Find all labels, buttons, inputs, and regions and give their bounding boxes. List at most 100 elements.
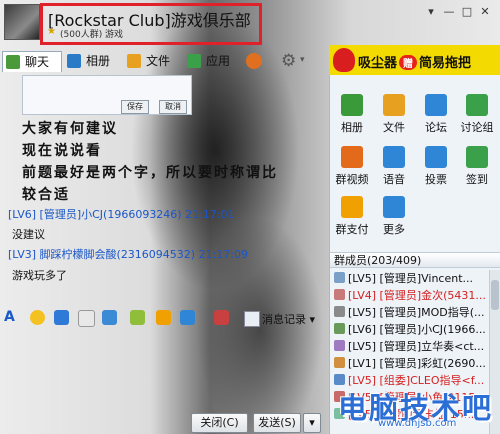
- app-label: 群支付: [335, 223, 369, 236]
- member-name: [LV4] [管理员]金次(5431...: [348, 289, 486, 302]
- more-tools-icon[interactable]: [214, 310, 229, 325]
- voice-message-icon[interactable]: [130, 310, 145, 325]
- app-discussion[interactable]: 讨论组: [455, 94, 499, 135]
- send-options-chevron-icon[interactable]: ▾: [303, 413, 321, 433]
- album-icon: [341, 94, 363, 116]
- tab-bar: 聊天 相册 文件 应用 ⚙ ▾: [0, 51, 325, 73]
- chevron-down-icon[interactable]: ▾: [300, 55, 305, 65]
- app-group-pay[interactable]: 群支付: [330, 196, 374, 237]
- emoji-icon[interactable]: [30, 310, 45, 325]
- magic-expression-icon[interactable]: [54, 310, 69, 325]
- chat-text-line: 前题最好是两个字，所以要时称谓比: [22, 165, 278, 181]
- ad-text: 吸尘器赠简易拖把: [358, 52, 471, 71]
- member-row[interactable]: [LV1] [管理员]彩虹(2690...: [334, 355, 486, 372]
- app-label: 相册: [341, 121, 363, 134]
- member-row[interactable]: [LV5] [管理员]立华奏<ct...: [334, 338, 486, 355]
- screenshot-icon[interactable]: [180, 310, 195, 325]
- pay-icon: [341, 196, 363, 218]
- member-row[interactable]: [LV5] [管理员]Vincent...: [334, 270, 486, 287]
- app-album[interactable]: 相册: [330, 94, 374, 135]
- app-label: 签到: [466, 173, 488, 186]
- message-input-area[interactable]: [0, 330, 326, 408]
- group-avatar[interactable]: [4, 4, 40, 40]
- popup-cancel-button[interactable]: 取消: [159, 100, 187, 114]
- member-avatar: [334, 272, 345, 283]
- app-label: 更多: [383, 223, 405, 236]
- message-body: 游戏玩多了: [12, 269, 67, 282]
- app-vote[interactable]: 投票: [414, 146, 458, 187]
- tab-album[interactable]: 相册: [64, 51, 110, 71]
- app-forum[interactable]: 论坛: [414, 94, 458, 135]
- send-button[interactable]: 发送(S): [253, 413, 301, 433]
- app-files[interactable]: 文件: [372, 94, 416, 135]
- ad-text-left: 吸尘器: [358, 56, 398, 71]
- member-name: [LV1] [管理员]彩虹(2690...: [348, 357, 486, 370]
- tab-chat[interactable]: 聊天: [2, 51, 62, 72]
- app-label: 论坛: [425, 121, 447, 134]
- app-label: 群视频: [335, 173, 369, 186]
- group-sub-info: (500人群) 游戏: [60, 30, 124, 40]
- member-avatar: [334, 340, 345, 351]
- tab-files[interactable]: 文件: [124, 51, 170, 71]
- tab-label: 聊天: [25, 55, 50, 69]
- watermark-url: www.dnjsb.com: [378, 418, 457, 429]
- chat-icon: [6, 55, 20, 69]
- folder-icon: [127, 54, 141, 68]
- chat-text-line: 较合适: [22, 187, 70, 203]
- message-header[interactable]: [LV6] [管理员]小CJ(1966093246) 21:17:01: [8, 206, 235, 222]
- member-avatar: [334, 306, 345, 317]
- members-header[interactable]: 群成员(203/409): [330, 252, 500, 268]
- add-member-icon[interactable]: [246, 53, 262, 69]
- window-controls: ▾ — □ ✕: [422, 4, 494, 19]
- forum-icon: [425, 94, 447, 116]
- popup-save-button[interactable]: 保存: [121, 100, 149, 114]
- member-name: [LV5] [管理员]MOD指导(...: [348, 306, 485, 319]
- member-avatar: [334, 357, 345, 368]
- message-header[interactable]: [LV3] 脚踩柠檬脚会酸(2316094532) 21:17:09: [8, 246, 248, 262]
- tab-label: 应用: [206, 54, 231, 68]
- app-voice[interactable]: 语音: [372, 146, 416, 187]
- message-body: 没建议: [12, 228, 45, 241]
- member-row[interactable]: [LV5] [管理员]MOD指导(...: [334, 304, 486, 321]
- message-records-button[interactable]: 消息记录 ▾: [262, 311, 315, 327]
- chat-text-line: 现在说说看: [22, 143, 102, 159]
- tab-label: 相册: [86, 54, 111, 68]
- note-icon[interactable]: [156, 310, 171, 325]
- apps-icon: [187, 54, 201, 68]
- member-row[interactable]: [LV6] [管理员]小CJ(1966...: [334, 321, 486, 338]
- settings-gear-icon[interactable]: ⚙: [281, 52, 296, 70]
- app-label: 语音: [383, 173, 405, 186]
- maximize-button[interactable]: □: [458, 5, 476, 19]
- member-name: [LV5] [管理员]Vincent...: [348, 272, 474, 285]
- app-label: 投票: [425, 173, 447, 186]
- close-button[interactable]: 关闭(C): [191, 413, 248, 433]
- scrollbar-thumb[interactable]: [491, 280, 499, 310]
- tab-apps[interactable]: 应用: [184, 51, 230, 71]
- dog-logo-icon: [333, 48, 355, 72]
- app-label: 文件: [383, 121, 405, 134]
- member-name: [LV6] [管理员]小CJ(1966...: [348, 323, 486, 336]
- input-popup: 保存 取消: [22, 75, 192, 115]
- image-icon[interactable]: [102, 310, 117, 325]
- member-name: [LV5] [管理员]立华奏<ct...: [348, 340, 485, 353]
- chat-text-line: 大家有何建议: [22, 121, 118, 137]
- minimize-button[interactable]: —: [440, 5, 458, 19]
- shake-window-icon[interactable]: [78, 310, 95, 327]
- app-group-video[interactable]: 群视频: [330, 146, 374, 187]
- folder-icon: [383, 94, 405, 116]
- member-avatar: [334, 289, 345, 300]
- app-more[interactable]: 更多: [372, 196, 416, 237]
- member-avatar: [334, 323, 345, 334]
- ad-zeng-badge: 赠: [399, 55, 418, 70]
- member-row[interactable]: [LV4] [管理员]金次(5431...: [334, 287, 486, 304]
- star-icon: ★: [47, 26, 56, 37]
- close-window-button[interactable]: ✕: [476, 5, 494, 19]
- menu-dropdown-icon[interactable]: ▾: [422, 5, 440, 19]
- signin-icon: [466, 146, 488, 168]
- member-avatar: [334, 374, 345, 385]
- app-signin[interactable]: 签到: [455, 146, 499, 187]
- ad-text-right: 简易拖把: [419, 56, 472, 71]
- voice-icon: [383, 146, 405, 168]
- history-clock-icon[interactable]: [244, 311, 260, 327]
- font-icon[interactable]: A: [4, 310, 19, 325]
